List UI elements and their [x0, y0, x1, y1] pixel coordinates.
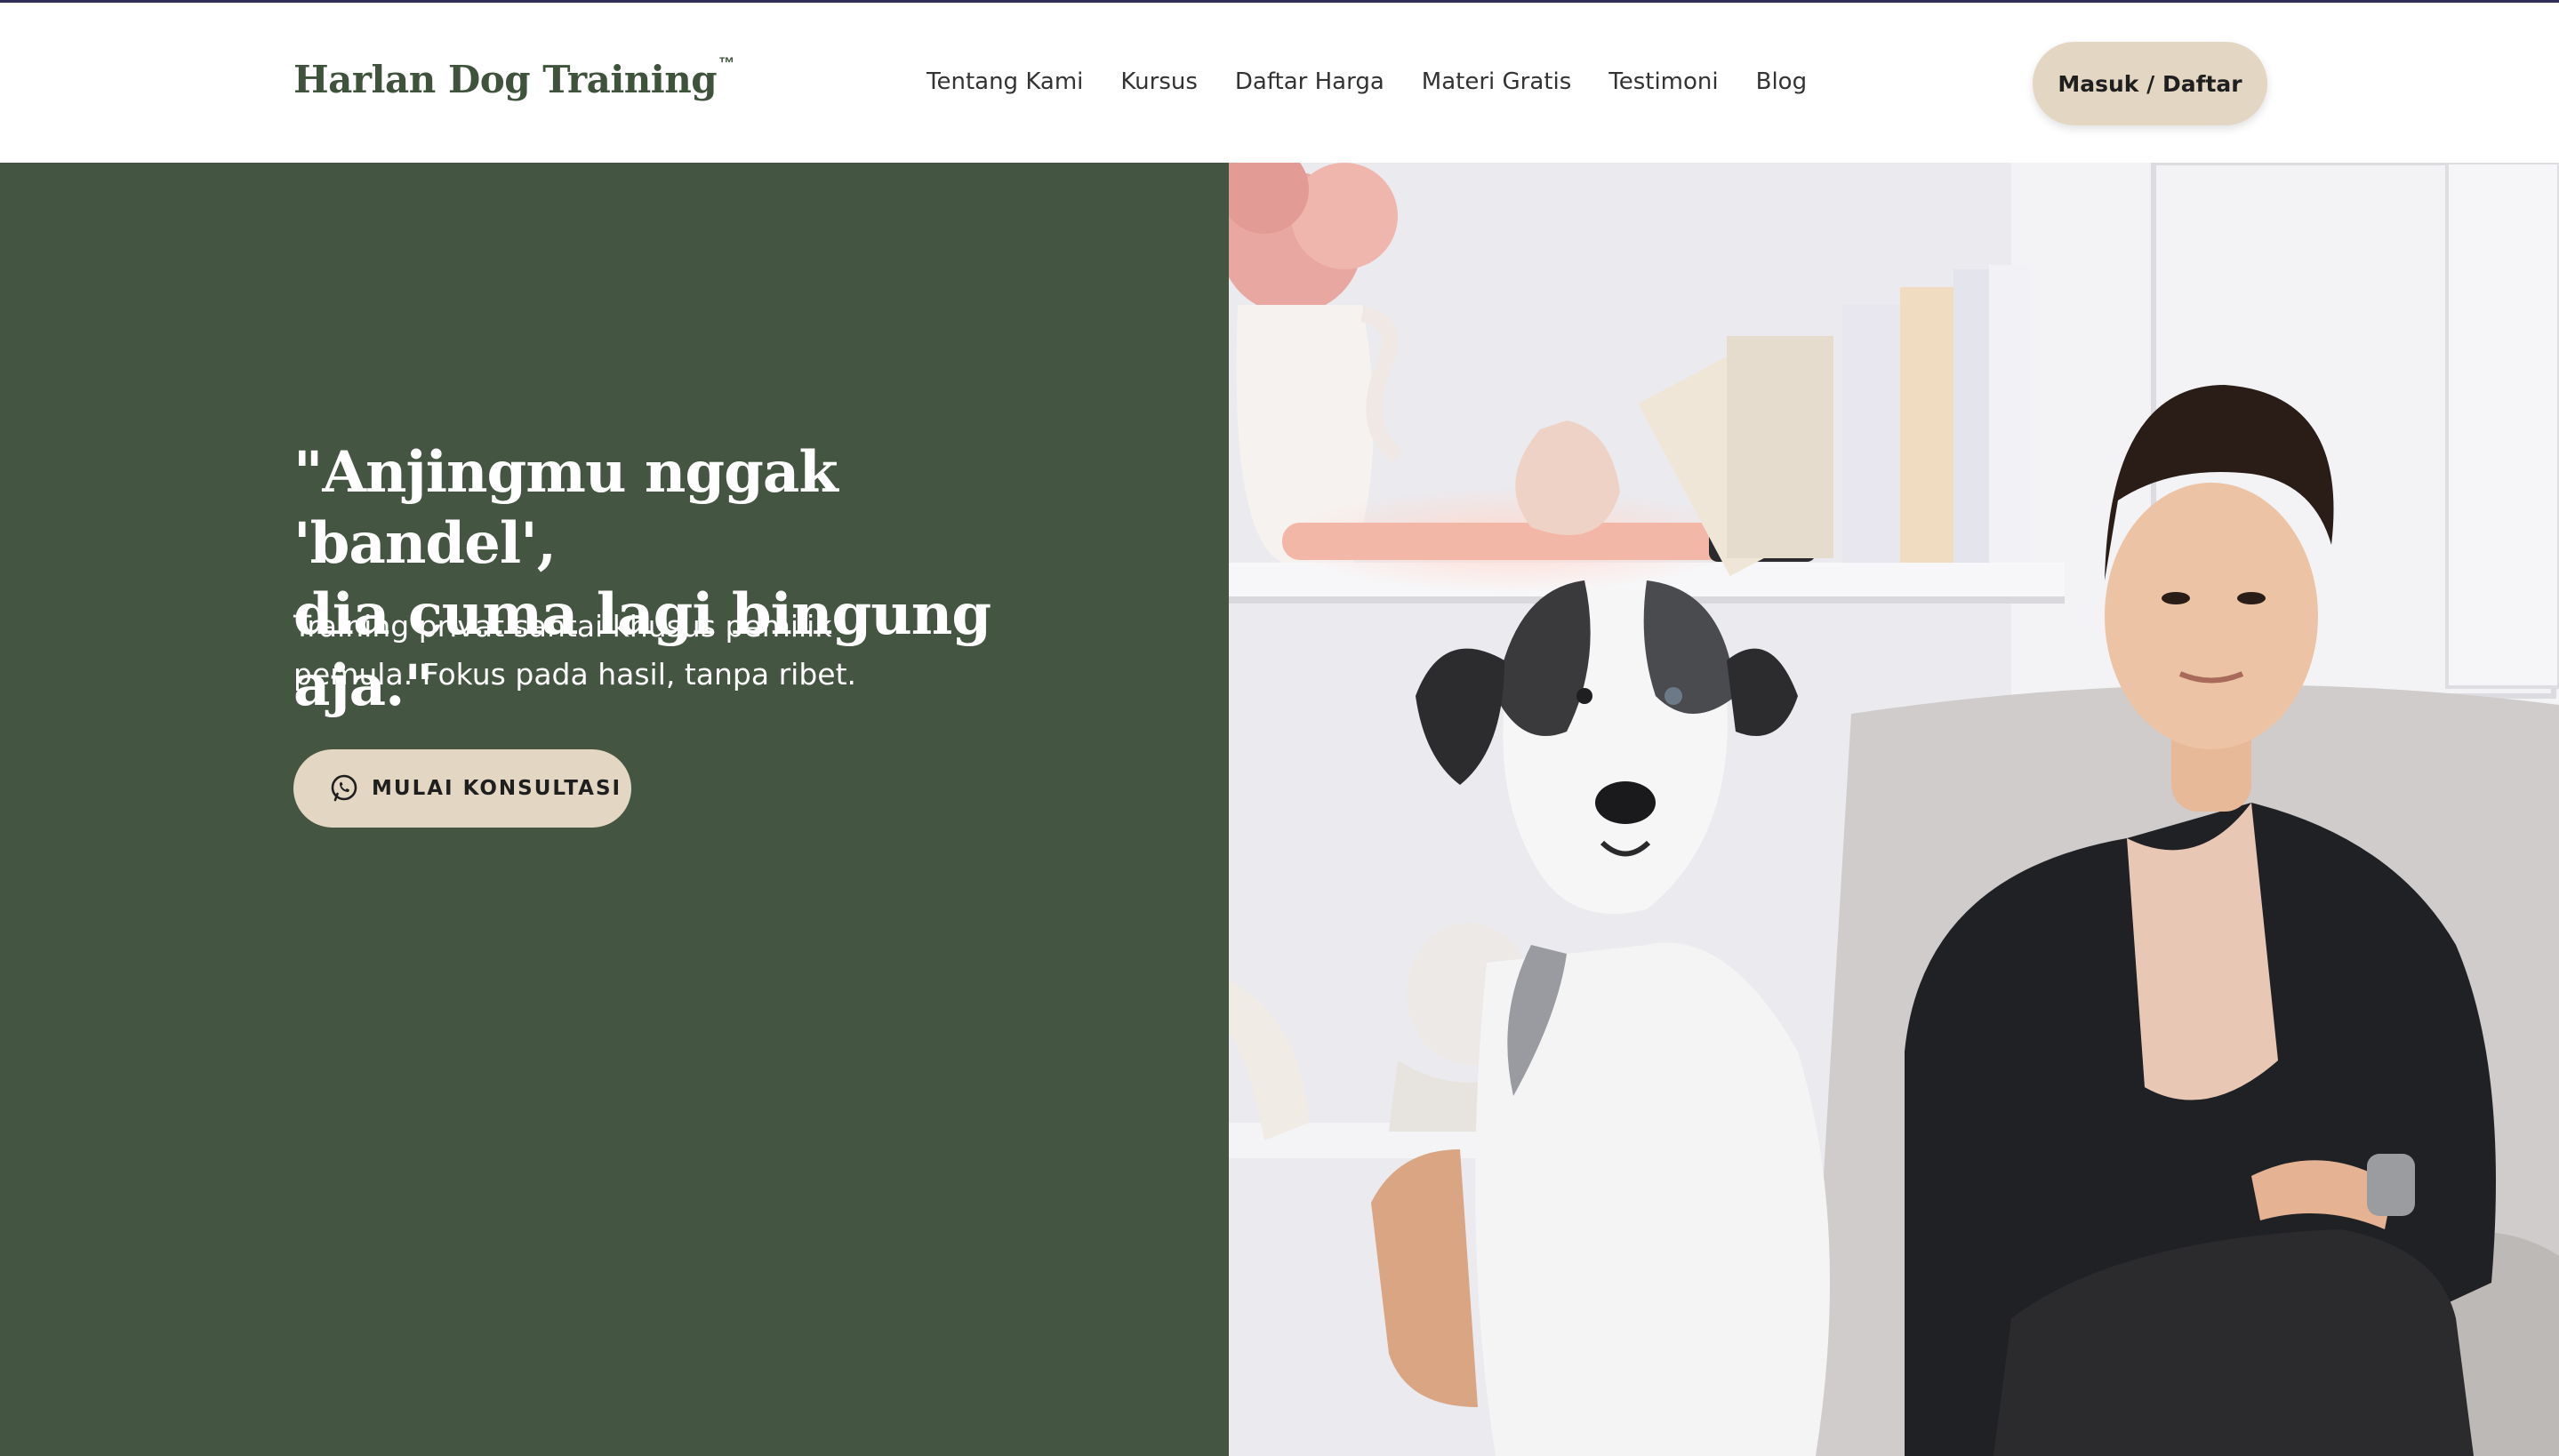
nav-link-materi-gratis[interactable]: Materi Gratis: [1422, 68, 1571, 95]
whatsapp-icon: [331, 774, 357, 802]
site-header: Harlan Dog Training ™ Tentang Kami Kursus…: [0, 3, 2559, 163]
hero-subtitle-line-2: pemula. Fokus pada hasil, tanpa ribet.: [293, 657, 856, 692]
login-register-button[interactable]: Masuk / Daftar: [2033, 42, 2267, 125]
hero-headline-line-1: "Anjingmu nggak 'bandel',: [293, 439, 838, 577]
brand-name: Harlan Dog Training: [293, 58, 718, 101]
login-register-label: Masuk / Daftar: [2058, 70, 2242, 97]
nav-link-tentang-kami[interactable]: Tentang Kami: [927, 68, 1083, 95]
start-consultation-button[interactable]: MULAI KONSULTASI: [293, 749, 631, 828]
nav-link-kursus[interactable]: Kursus: [1120, 68, 1198, 95]
nav-link-testimoni[interactable]: Testimoni: [1608, 68, 1718, 95]
nav-link-blog[interactable]: Blog: [1756, 68, 1807, 95]
start-consultation-label: MULAI KONSULTASI: [372, 777, 622, 800]
hero-subtitle-line-1: Training privat santai khusus pemilik: [293, 609, 832, 644]
trademark-mark: ™: [718, 54, 734, 72]
hero-subtitle: Training privat santai khusus pemilik pe…: [293, 603, 916, 699]
nav-link-daftar-harga[interactable]: Daftar Harga: [1235, 68, 1384, 95]
main-nav: Tentang Kami Kursus Daftar Harga Materi …: [927, 68, 1844, 95]
hero-photo-trainer-with-dog: [1229, 163, 2559, 1456]
brand-logo[interactable]: Harlan Dog Training ™: [293, 54, 734, 101]
